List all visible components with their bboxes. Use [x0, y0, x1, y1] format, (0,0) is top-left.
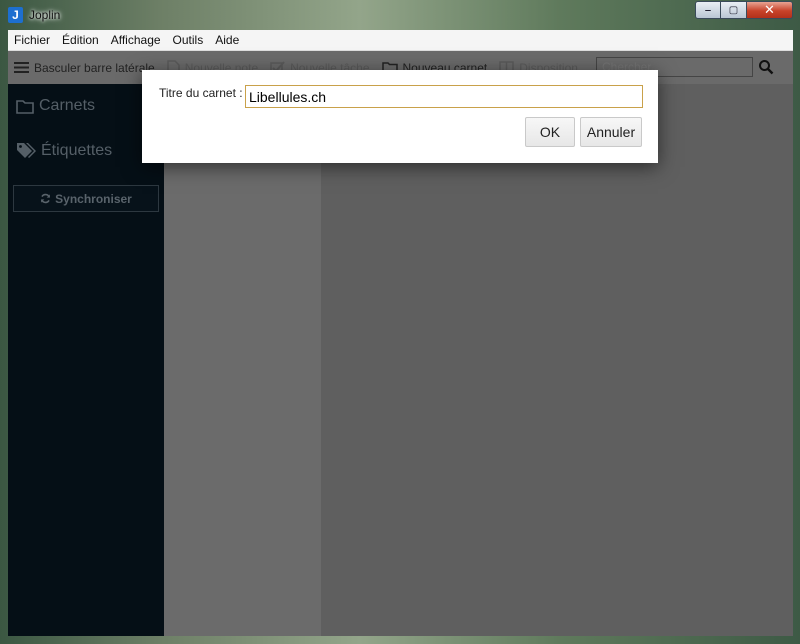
menu-aide[interactable]: Aide	[209, 30, 245, 50]
menu-outils[interactable]: Outils	[167, 30, 210, 50]
tags-icon	[17, 143, 36, 158]
tags-header[interactable]: Étiquettes	[16, 142, 112, 160]
notebook-title-dialog: Titre du carnet : OK Annuler	[142, 70, 658, 163]
toggle-sidebar-button[interactable]: Basculer barre latérale	[8, 51, 161, 84]
note-list	[164, 84, 321, 636]
minimize-button[interactable]: ‒	[695, 1, 721, 19]
synchronize-button[interactable]: Synchroniser	[13, 185, 159, 212]
ok-button[interactable]: OK	[525, 117, 575, 147]
joplin-app-icon: J	[8, 7, 23, 23]
menu-fichier[interactable]: Fichier	[8, 30, 56, 50]
folder-icon	[16, 99, 34, 114]
maximize-button[interactable]: ▢	[721, 1, 747, 19]
window-title: Joplin	[29, 8, 61, 22]
search-icon[interactable]	[758, 59, 774, 75]
cancel-button[interactable]: Annuler	[580, 117, 642, 147]
notebooks-header[interactable]: Carnets	[16, 97, 95, 115]
sidebar: Carnets Étiquettes Synchroniser	[8, 84, 164, 636]
notebook-title-label: Titre du carnet :	[159, 86, 243, 100]
tags-label: Étiquettes	[41, 142, 113, 159]
title-bar[interactable]: J Joplin ‒ ▢ ✕	[0, 0, 800, 30]
notebook-title-input[interactable]	[245, 85, 643, 108]
refresh-icon	[41, 193, 51, 204]
note-editor-area	[321, 84, 793, 636]
caption-buttons: ‒ ▢ ✕	[695, 1, 793, 20]
close-button[interactable]: ✕	[747, 1, 793, 19]
menu-affichage[interactable]: Affichage	[105, 30, 167, 50]
menu-edition[interactable]: Édition	[56, 30, 105, 50]
window-bottom-frame	[0, 636, 800, 644]
menu-bar: Fichier Édition Affichage Outils Aide	[8, 30, 793, 51]
notebooks-label: Carnets	[39, 97, 96, 114]
hamburger-icon	[14, 62, 29, 73]
synchronize-label: Synchroniser	[55, 191, 132, 206]
toggle-sidebar-label: Basculer barre latérale	[34, 60, 155, 75]
app-window: J Joplin ‒ ▢ ✕ Fichier Édition Affichage…	[0, 0, 800, 644]
